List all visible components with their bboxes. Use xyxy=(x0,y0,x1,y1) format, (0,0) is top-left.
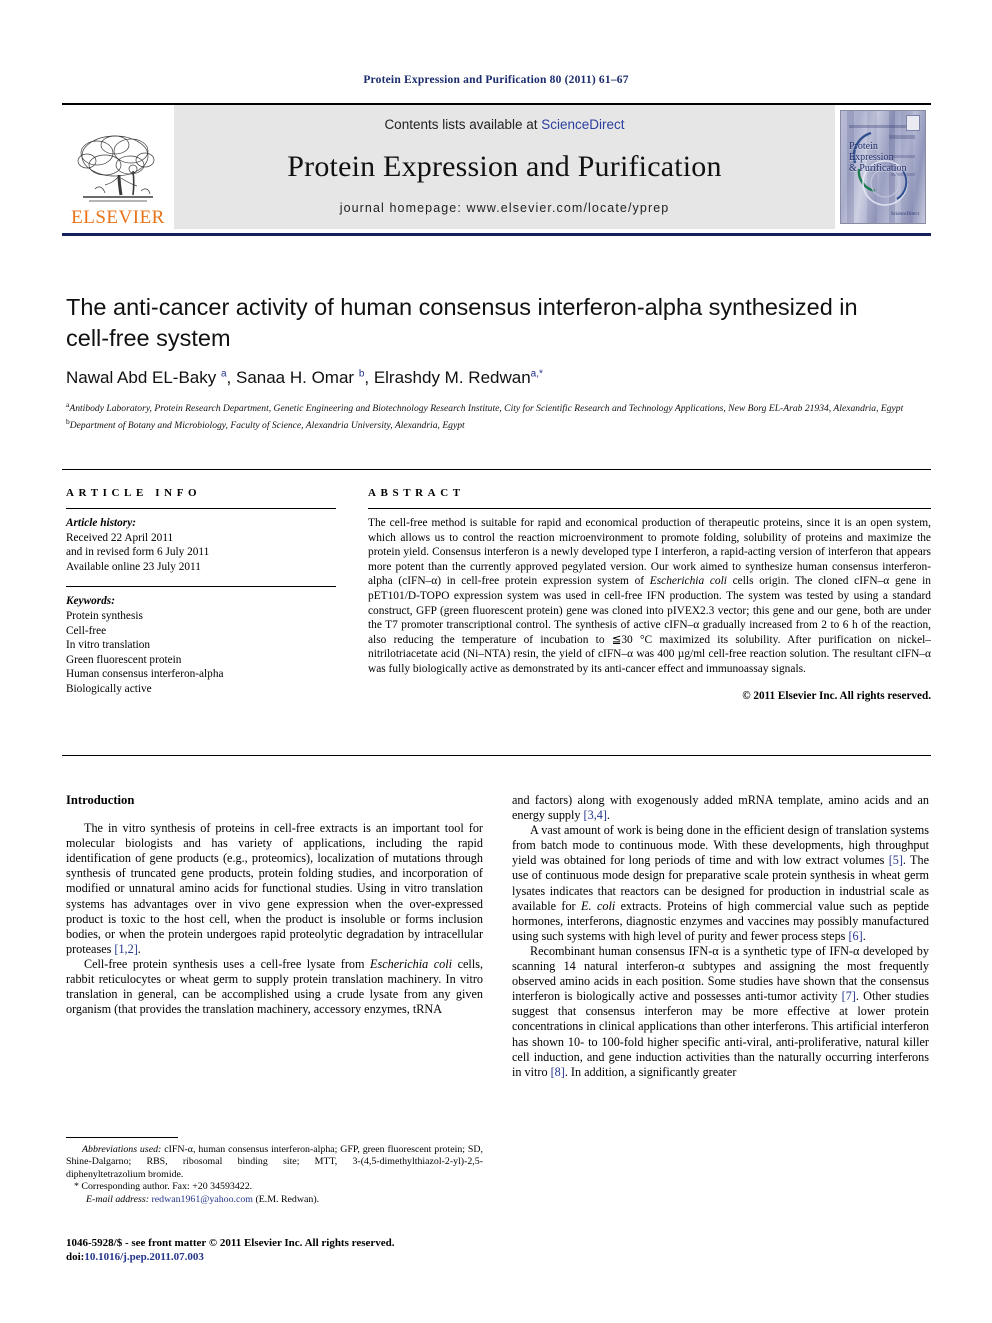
doi-line: doi:10.1016/j.pep.2011.07.003 xyxy=(66,1250,586,1264)
affiliation-item: bDepartment of Botany and Microbiology, … xyxy=(66,416,906,433)
article-history-line: Available online 23 July 2011 xyxy=(66,560,201,573)
sciencedirect-band: Contents lists available at ScienceDirec… xyxy=(174,105,835,229)
body-column-right: and factors) along with exogenously adde… xyxy=(512,793,929,1080)
body-column-left: Introduction The in vitro synthesis of p… xyxy=(66,793,483,1017)
body-paragraph: Cell-free protein synthesis uses a cell-… xyxy=(66,956,483,1017)
article-info-heading: ARTICLE INFO xyxy=(66,487,202,499)
journal-masthead: ELSEVIER Contents lists available at Sci… xyxy=(62,103,931,236)
keywords-label: Keywords: xyxy=(66,595,115,608)
elsevier-wordmark: ELSEVIER xyxy=(71,207,165,228)
affiliation-text: Antibody Laboratory, Protein Research De… xyxy=(69,403,904,415)
page-title: The anti-cancer activity of human consen… xyxy=(66,294,858,351)
journal-title: Protein Expression and Purification xyxy=(287,149,722,183)
affiliations: aAntibody Laboratory, Protein Research D… xyxy=(66,399,906,433)
article-history: Article history: Received 22 April 2011 … xyxy=(66,516,336,574)
keyword-item: Cell-free xyxy=(66,624,107,637)
cover-elsevier-badge xyxy=(906,115,920,131)
cover-title-text: Protein Expression & Purification xyxy=(849,141,907,174)
abstract-column: ABSTRACT The cell-free method is suitabl… xyxy=(368,487,931,702)
elsevier-tree-icon xyxy=(77,135,155,202)
footnotes-block: Abbreviations used: cIFN-α, human consen… xyxy=(66,1137,483,1206)
article-info-column: ARTICLE INFO Article history: Received 2… xyxy=(66,487,336,697)
elsevier-logo[interactable]: ELSEVIER xyxy=(62,105,174,229)
article-info-rule xyxy=(66,508,336,509)
front-matter-line: 1046-5928/$ - see front matter © 2011 El… xyxy=(66,1237,395,1249)
cover-title-line2: Expression xyxy=(849,152,894,163)
affiliation-item: aAntibody Laboratory, Protein Research D… xyxy=(66,399,906,416)
keywords-block: Keywords: Protein synthesis Cell-free In… xyxy=(66,594,336,696)
running-head: Protein Expression and Purification 80 (… xyxy=(363,74,629,86)
info-block-top-rule xyxy=(62,469,931,470)
cover-footer-text: ScienceDirect xyxy=(890,212,919,217)
abbreviations-note: Abbreviations used: cIFN-α, human consen… xyxy=(66,1144,483,1180)
doi-link[interactable]: 10.1016/j.pep.2011.07.003 xyxy=(84,1251,203,1263)
article-history-line: and in revised form 6 July 2011 xyxy=(66,546,210,559)
journal-cover-thumbnail[interactable]: Protein Expression & Purification Scienc… xyxy=(835,105,931,229)
introduction-heading: Introduction xyxy=(66,793,135,807)
info-block-bottom-rule xyxy=(62,755,931,756)
body-paragraph: A vast amount of work is being done in t… xyxy=(512,823,929,943)
keyword-item: Human consensus interferon-alpha xyxy=(66,668,224,681)
journal-cover-image: Protein Expression & Purification Scienc… xyxy=(840,110,926,224)
body-paragraph: Recombinant human consensus IFN-α is a s… xyxy=(512,943,929,1079)
body-paragraph: and factors) along with exogenously adde… xyxy=(512,793,929,823)
article-page: Protein Expression and Purification 80 (… xyxy=(0,0,992,1323)
keyword-item: In vitro translation xyxy=(66,639,151,652)
article-history-label: Article history: xyxy=(66,517,136,529)
sciencedirect-link[interactable]: ScienceDirect xyxy=(541,117,624,132)
keyword-item: Biologically active xyxy=(66,682,152,695)
page-footer: 1046-5928/$ - see front matter © 2011 El… xyxy=(66,1236,586,1264)
footnote-rule xyxy=(66,1137,178,1138)
affiliation-text: Department of Botany and Microbiology, F… xyxy=(69,419,465,431)
body-paragraph: The in vitro synthesis of proteins in ce… xyxy=(66,821,483,956)
journal-homepage-link[interactable]: journal homepage: www.elsevier.com/locat… xyxy=(340,201,670,215)
keyword-item: Green fluorescent protein xyxy=(66,653,182,666)
email-note: E-mail address: redwan1961@yahoo.com (E.… xyxy=(86,1193,320,1205)
abstract-heading: ABSTRACT xyxy=(368,487,465,499)
contents-lists-prefix: Contents lists available at xyxy=(384,117,542,132)
author-list: Nawal Abd EL-Baky a, Sanaa H. Omar b, El… xyxy=(66,368,543,387)
keyword-item: Protein synthesis xyxy=(66,609,143,622)
contents-lists-line: Contents lists available at ScienceDirec… xyxy=(384,117,624,132)
article-history-line: Received 22 April 2011 xyxy=(66,531,174,544)
cover-title-line1: Protein xyxy=(849,141,878,152)
keywords-rule xyxy=(66,586,336,588)
cover-title-line3: & Purification xyxy=(849,163,907,174)
corresponding-author-note: * Corresponding author. Fax: +20 3459342… xyxy=(74,1181,253,1193)
abstract-copyright: © 2011 Elsevier Inc. All rights reserved… xyxy=(742,689,931,702)
abstract-text: The cell-free method is suitable for rap… xyxy=(368,517,931,675)
doi-label: doi: xyxy=(66,1251,85,1263)
abstract-rule xyxy=(368,508,931,509)
